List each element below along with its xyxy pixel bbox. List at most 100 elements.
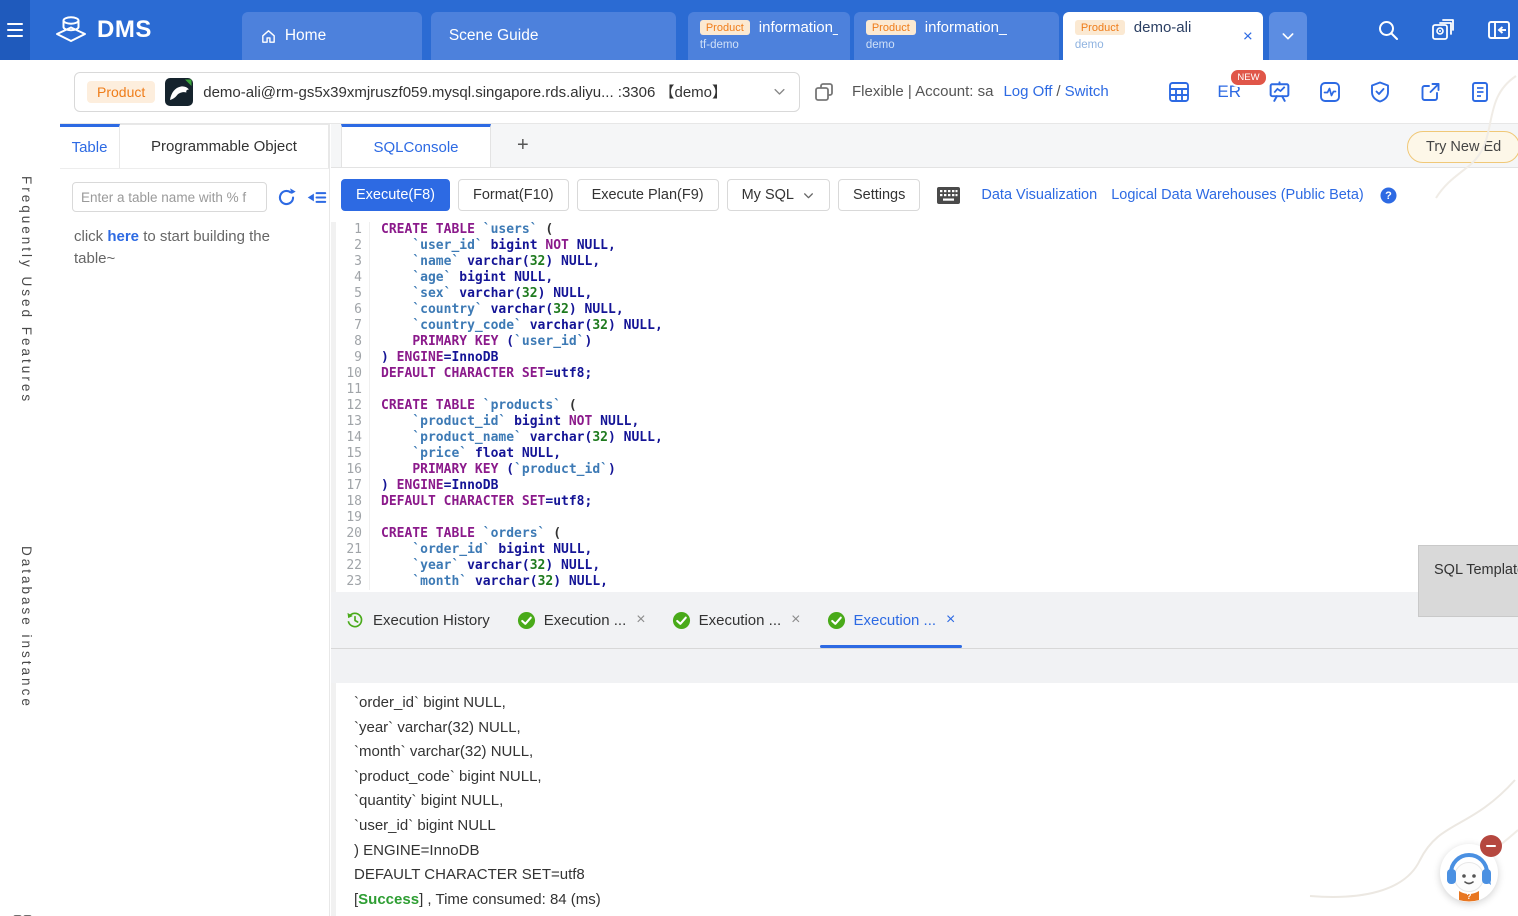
rail-frequently-used[interactable]: Frequently Used Features (19, 176, 34, 404)
copy-connection-icon[interactable] (812, 80, 836, 104)
product-badge: Product (866, 20, 916, 35)
left-panel-tabs: Table Programmable Object (60, 124, 329, 169)
collapse-panel-icon[interactable] (1486, 17, 1512, 43)
top-header: DMS Home Scene Guide Product information_… (0, 0, 1518, 60)
nav-home[interactable]: Home (242, 12, 422, 60)
tab-table[interactable]: Table (60, 124, 120, 168)
editor-code: `age` bigint NULL, (370, 270, 553, 286)
execution-result-tab-2[interactable]: Execution ...× (659, 592, 814, 648)
chevron-down-icon (772, 84, 787, 99)
add-console-tab-button[interactable]: + (517, 124, 529, 167)
monitor-pulse-icon[interactable] (1318, 80, 1342, 104)
editor-line: 18DEFAULT CHARACTER SET=utf8; (336, 494, 1518, 510)
execution-history-button[interactable]: Execution History (345, 592, 504, 648)
export-share-icon[interactable] (1418, 80, 1442, 104)
table-grid-icon[interactable] (1167, 80, 1191, 104)
dms-logo[interactable]: DMS (30, 0, 180, 60)
editor-code: `name` varchar(32) NULL, (370, 254, 600, 270)
line-number: 1 (336, 222, 370, 238)
minimize-bot-badge[interactable] (1480, 835, 1502, 857)
header-tab-title: information_ (759, 19, 838, 36)
tab-sqlconsole[interactable]: SQLConsole (341, 124, 491, 167)
editor-line: 1CREATE TABLE `users` ( (336, 222, 1518, 238)
execution-tabs-divider (331, 648, 1518, 649)
security-shield-icon[interactable] (1368, 80, 1392, 104)
success-check-icon (827, 611, 846, 630)
guide-cards-icon[interactable] (1430, 17, 1456, 43)
format-button[interactable]: Format(F10) (458, 179, 569, 211)
close-icon[interactable]: × (1243, 28, 1253, 45)
execution-band: Execution History Execution ...×Executio… (331, 592, 1518, 683)
editor-line: 3 `name` varchar(32) NULL, (336, 254, 1518, 270)
line-number: 23 (336, 574, 370, 590)
refresh-icon[interactable] (276, 187, 297, 208)
result-line: `user_id` bigint NULL (354, 814, 1518, 839)
editor-code: `year` varchar(32) NULL, (370, 558, 600, 574)
here-link[interactable]: here (107, 228, 139, 245)
execute-button[interactable]: Execute(F8) (341, 179, 450, 211)
main-menu-button[interactable] (0, 0, 30, 60)
header-tab-title: information_ (925, 19, 1008, 36)
logo-text: DMS (97, 16, 152, 44)
header-tab-information_-1[interactable]: Productinformation_demo (854, 12, 1059, 60)
log-off-link[interactable]: Log Off (1003, 83, 1052, 100)
new-badge: NEW (1229, 68, 1267, 87)
settings-button[interactable]: Settings (838, 179, 920, 211)
editor-line: 11 (336, 382, 1518, 398)
header-tab-information_-0[interactable]: Productinformation_tf-demo (688, 12, 850, 60)
er-diagram-button[interactable]: ER NEW (1217, 82, 1241, 102)
close-icon[interactable]: × (636, 611, 645, 629)
editor-line: 19 (336, 510, 1518, 526)
close-icon[interactable]: × (791, 611, 800, 629)
dashboard-board-icon[interactable] (1267, 79, 1292, 104)
header-tab-demo-ali-2[interactable]: Productdemo-alidemo× (1063, 12, 1263, 60)
editor-line: 8 PRIMARY KEY (`user_id`) (336, 334, 1518, 350)
collapse-tree-icon[interactable] (306, 187, 327, 208)
connection-string: demo-ali@rm-gs5x39xmjruszf059.mysql.sing… (203, 81, 762, 102)
line-number: 3 (336, 254, 370, 270)
execution-history-label: Execution History (373, 612, 490, 629)
switch-link[interactable]: Switch (1065, 83, 1109, 100)
sql-template-button[interactable]: SQL Template (1418, 545, 1518, 617)
close-icon[interactable]: × (946, 611, 955, 629)
product-badge: Product (700, 20, 750, 35)
line-number: 8 (336, 334, 370, 350)
history-icon (345, 610, 365, 630)
editor-code: `month` varchar(32) NULL, (370, 574, 608, 590)
tab-list-dropdown-button[interactable] (1269, 12, 1307, 60)
dms-app: DMS Home Scene Guide Product information_… (0, 0, 1518, 916)
data-visualization-link[interactable]: Data Visualization (981, 187, 1097, 203)
search-icon[interactable] (1376, 18, 1400, 42)
help-icon[interactable]: ? (1380, 187, 1397, 204)
table-search-input[interactable] (72, 182, 267, 212)
rail-database-instance[interactable]: Database instance (19, 546, 34, 709)
workspace-tabs: Productinformation_tf-demoProductinforma… (688, 0, 1263, 60)
success-check-icon (517, 611, 536, 630)
account-info: Flexible | Account: sa (852, 83, 993, 100)
editor-code: CREATE TABLE `users` ( (370, 222, 553, 238)
logical-warehouses-link[interactable]: Logical Data Warehouses (Public Beta) (1111, 187, 1364, 203)
editor-code: `order_id` bigint NULL, (370, 542, 592, 558)
execution-result-tab-3[interactable]: Execution ...× (814, 592, 969, 648)
execution-result-tab-1[interactable]: Execution ...× (504, 592, 659, 648)
dialect-dropdown[interactable]: My SQL (727, 179, 830, 211)
notebook-log-icon[interactable] (1468, 80, 1492, 104)
editor-code: `product_id` bigint NOT NULL, (370, 414, 639, 430)
try-new-editor-button[interactable]: Try New Ed (1407, 131, 1518, 163)
instance-selector[interactable]: Product demo-ali@rm-gs5x39xmjruszf059.my… (74, 72, 800, 112)
editor-code: `price` float NULL, (370, 446, 561, 462)
execute-plan-button[interactable]: Execute Plan(F9) (577, 179, 719, 211)
header-tab-title-row: Productdemo-ali (1075, 19, 1251, 36)
editor-line: 13 `product_id` bigint NOT NULL, (336, 414, 1518, 430)
tab-programmable-object[interactable]: Programmable Object (120, 124, 329, 168)
line-number: 11 (336, 382, 370, 398)
editor-code (370, 382, 381, 398)
keyboard-shortcuts-icon[interactable] (936, 186, 961, 205)
editor-line: 22 `year` varchar(32) NULL, (336, 558, 1518, 574)
separator: / (1056, 83, 1060, 100)
editor-code: DEFAULT CHARACTER SET=utf8; (370, 366, 592, 382)
nav-scene-guide[interactable]: Scene Guide (431, 12, 676, 60)
result-line-partial: Number of rows affected: 0 (354, 912, 1518, 916)
sql-editor[interactable]: 1CREATE TABLE `users` (2 `user_id` bigin… (336, 222, 1518, 592)
editor-code: CREATE TABLE `orders` ( (370, 526, 561, 542)
